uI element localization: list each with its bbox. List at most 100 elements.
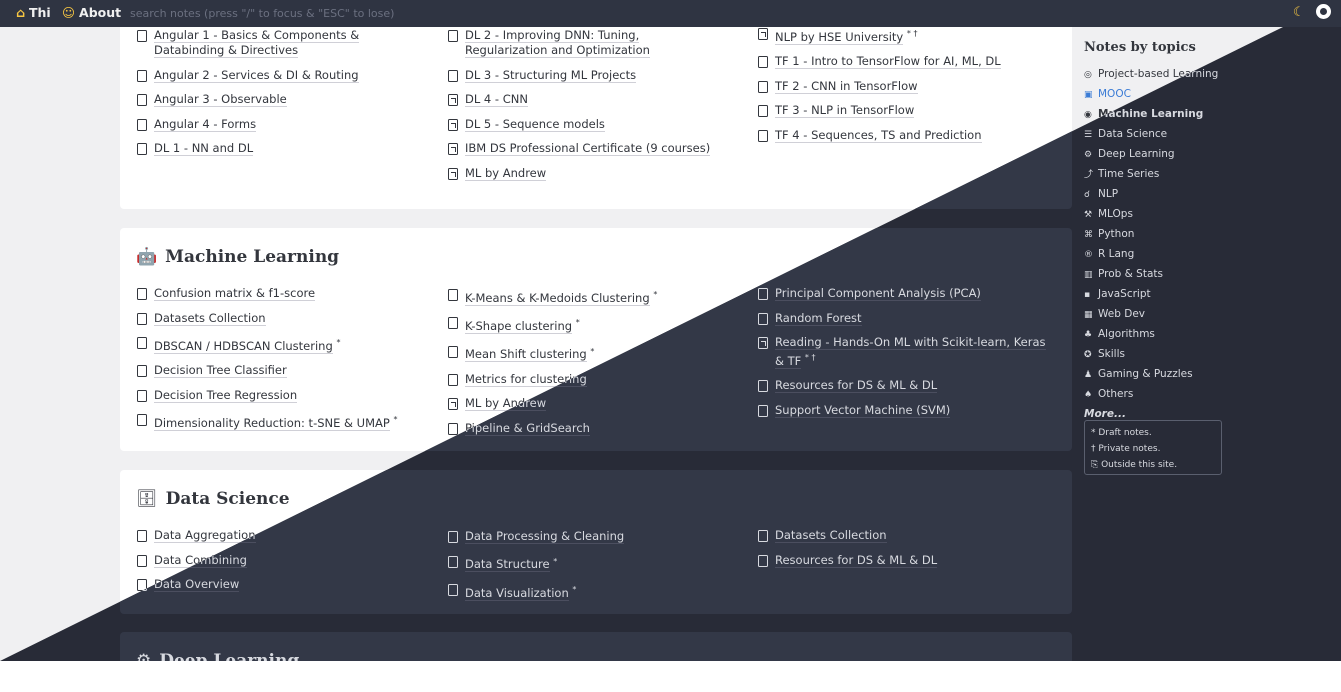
sidebar-topic-link[interactable]: ® R Lang xyxy=(1084,245,1234,265)
note-link[interactable]: TF 3 - NLP in TensorFlow xyxy=(758,103,1053,119)
note-title[interactable]: K-Shape clustering xyxy=(465,319,573,335)
note-title[interactable]: DL 3 - Structuring ML Projects xyxy=(465,67,637,83)
note-link[interactable]: Resources for DS & ML & DL xyxy=(758,378,1053,394)
note-title[interactable]: DL 2 - Improving DNN: Tuning, Regulariza… xyxy=(465,28,650,58)
note-link[interactable]: Angular 3 - Observable xyxy=(137,92,432,107)
note-link[interactable]: DBSCAN / HDBSCAN Clustering * xyxy=(137,335,432,354)
note-link[interactable]: DL 3 - Structuring ML Projects xyxy=(448,67,723,83)
search-input[interactable] xyxy=(126,3,634,23)
file-icon xyxy=(137,288,147,300)
note-link[interactable]: Datasets Collection xyxy=(137,310,432,326)
note-link[interactable]: Decision Tree Classifier xyxy=(137,363,432,379)
note-link[interactable]: IBM DS Professional Certificate (9 cours… xyxy=(448,141,723,156)
note-link[interactable]: Data Processing & Cleaning xyxy=(448,529,723,544)
sidebar-topic-link[interactable]: ⚒ MLOps xyxy=(1084,205,1234,225)
note-link[interactable]: Principal Component Analysis (PCA) xyxy=(758,286,1053,301)
note-title[interactable]: Confusion matrix & f1-score xyxy=(154,286,316,301)
note-link[interactable]: DL 4 - CNN xyxy=(448,92,723,107)
about-link[interactable]: ☺ About xyxy=(62,5,121,20)
sidebar-topic-link[interactable]: ⤴ Time Series xyxy=(1084,165,1234,185)
sidebar-topic-link[interactable]: ♟ Gaming & Puzzles xyxy=(1084,365,1234,385)
note-title[interactable]: DBSCAN / HDBSCAN Clustering xyxy=(154,338,333,354)
note-link[interactable]: Angular 1 - Basics & Components & Databi… xyxy=(137,28,432,58)
sidebar-topic-link[interactable]: ▪ JavaScript xyxy=(1084,285,1234,305)
note-title[interactable]: Angular 3 - Observable xyxy=(154,92,287,107)
note-title[interactable]: NLP by HSE University xyxy=(775,29,904,45)
note-title[interactable]: ML by Andrew xyxy=(465,165,547,181)
sidebar-topic-link[interactable]: ▦ Web Dev xyxy=(1084,305,1234,325)
topic-label: Python xyxy=(1098,228,1135,240)
note-title[interactable]: Resources for DS & ML & DL xyxy=(775,378,938,394)
note-link[interactable]: Dimensionality Reduction: t-SNE & UMAP * xyxy=(137,412,432,432)
note-title[interactable]: TF 3 - NLP in TensorFlow xyxy=(775,103,915,119)
note-title[interactable]: Datasets Collection xyxy=(154,310,266,326)
note-link[interactable]: Confusion matrix & f1-score xyxy=(137,286,432,301)
note-link[interactable]: Reading - Hands-On ML with Scikit-learn,… xyxy=(758,335,1053,369)
note-title[interactable]: Resources for DS & ML & DL xyxy=(775,552,938,568)
note-title[interactable]: Data Structure xyxy=(465,557,550,573)
note-title[interactable]: Dimensionality Reduction: t-SNE & UMAP xyxy=(154,416,390,432)
note-title[interactable]: Data Processing & Cleaning xyxy=(465,529,625,544)
note-link[interactable]: Angular 2 - Services & DI & Routing xyxy=(137,67,432,83)
note-title[interactable]: IBM DS Professional Certificate (9 cours… xyxy=(465,141,711,156)
note-title[interactable]: Reading - Hands-On ML with Scikit-learn,… xyxy=(775,335,1046,369)
topic-label: MLOps xyxy=(1098,208,1133,220)
note-title[interactable]: TF 2 - CNN in TensorFlow xyxy=(775,78,918,94)
note-title[interactable]: Mean Shift clustering xyxy=(465,347,587,363)
note-title[interactable]: Angular 1 - Basics & Components & Databi… xyxy=(154,28,360,58)
note-title[interactable]: TF 1 - Intro to TensorFlow for AI, ML, D… xyxy=(775,54,1001,70)
note-title[interactable]: DL 5 - Sequence models xyxy=(465,116,605,132)
note-link[interactable]: DL 2 - Improving DNN: Tuning, Regulariza… xyxy=(448,28,723,58)
note-title[interactable]: Angular 4 - Forms xyxy=(154,116,257,132)
note-link[interactable]: ML by Andrew xyxy=(448,165,723,181)
note-link[interactable]: TF 1 - Intro to TensorFlow for AI, ML, D… xyxy=(758,54,1053,70)
note-title[interactable]: Principal Component Analysis (PCA) xyxy=(775,286,981,301)
note-link[interactable]: Support Vector Machine (SVM) xyxy=(758,402,1053,418)
note-link[interactable]: Pipeline & GridSearch xyxy=(448,420,723,436)
note-link[interactable]: Data Structure * xyxy=(448,554,723,573)
note-link[interactable]: Angular 4 - Forms xyxy=(137,116,432,132)
topic-label: Deep Learning xyxy=(1098,148,1175,160)
note-title[interactable]: Pipeline & GridSearch xyxy=(465,420,590,436)
note-link[interactable]: Resources for DS & ML & DL xyxy=(758,552,1053,568)
note-link[interactable]: Decision Tree Regression xyxy=(137,387,432,403)
note-title[interactable]: Datasets Collection xyxy=(775,528,887,543)
note-title[interactable]: Support Vector Machine (SVM) xyxy=(775,402,951,418)
note-link[interactable]: Random Forest xyxy=(758,310,1053,326)
file-icon xyxy=(137,365,147,378)
note-title[interactable]: Data Aggregation xyxy=(154,528,256,543)
note-link[interactable]: Data Overview xyxy=(137,577,432,592)
note-title[interactable]: Random Forest xyxy=(775,310,862,326)
note-title[interactable]: Decision Tree Regression xyxy=(154,387,298,403)
sidebar-topic-link[interactable]: ⚙ Deep Learning xyxy=(1084,145,1234,165)
topic-label: Gaming & Puzzles xyxy=(1098,368,1193,380)
card-title: 🤖 Machine Learning xyxy=(136,247,339,267)
github-icon[interactable] xyxy=(1316,4,1331,19)
note-title[interactable]: K-Means & K-Medoids Clustering xyxy=(465,290,650,306)
note-title[interactable]: Data Visualization xyxy=(465,585,569,601)
note-title[interactable]: Data Overview xyxy=(154,577,240,592)
sidebar-topic-link[interactable]: ♣ Algorithms xyxy=(1084,325,1234,345)
note-link[interactable]: NLP by HSE University * † xyxy=(758,26,1053,45)
note-link[interactable]: TF 2 - CNN in TensorFlow xyxy=(758,78,1053,94)
home-link[interactable]: ⌂ Thi xyxy=(16,5,51,20)
sidebar-topic-link[interactable]: ▥ Prob & Stats xyxy=(1084,265,1234,285)
note-title[interactable]: DL 1 - NN and DL xyxy=(154,141,254,156)
sidebar-topic-link[interactable]: ☌ NLP xyxy=(1084,185,1234,205)
note-link[interactable]: Datasets Collection xyxy=(758,528,1053,543)
note-link[interactable]: TF 4 - Sequences, TS and Prediction xyxy=(758,127,1053,143)
moon-icon[interactable]: ☾ xyxy=(1293,5,1305,20)
sidebar-topic-link[interactable]: ✪ Skills xyxy=(1084,345,1234,365)
note-title[interactable]: Decision Tree Classifier xyxy=(154,363,287,379)
note-link[interactable]: K-Means & K-Medoids Clustering * xyxy=(448,287,723,306)
card-dl: ⚙ Deep Learning xyxy=(120,632,1072,661)
note-title[interactable]: TF 4 - Sequences, TS and Prediction xyxy=(775,127,982,143)
sidebar-topic-link[interactable]: ♠ Others xyxy=(1084,385,1234,405)
note-link[interactable]: DL 1 - NN and DL xyxy=(137,141,432,156)
note-link[interactable]: Data Visualization * xyxy=(448,582,723,601)
sidebar-topic-link[interactable]: ☰ Data Science xyxy=(1084,125,1234,145)
sidebar-topic-link[interactable]: ⌘ Python xyxy=(1084,225,1234,245)
note-link[interactable]: DL 5 - Sequence models xyxy=(448,116,723,132)
note-title[interactable]: DL 4 - CNN xyxy=(465,92,528,107)
note-title[interactable]: Angular 2 - Services & DI & Routing xyxy=(154,67,359,83)
